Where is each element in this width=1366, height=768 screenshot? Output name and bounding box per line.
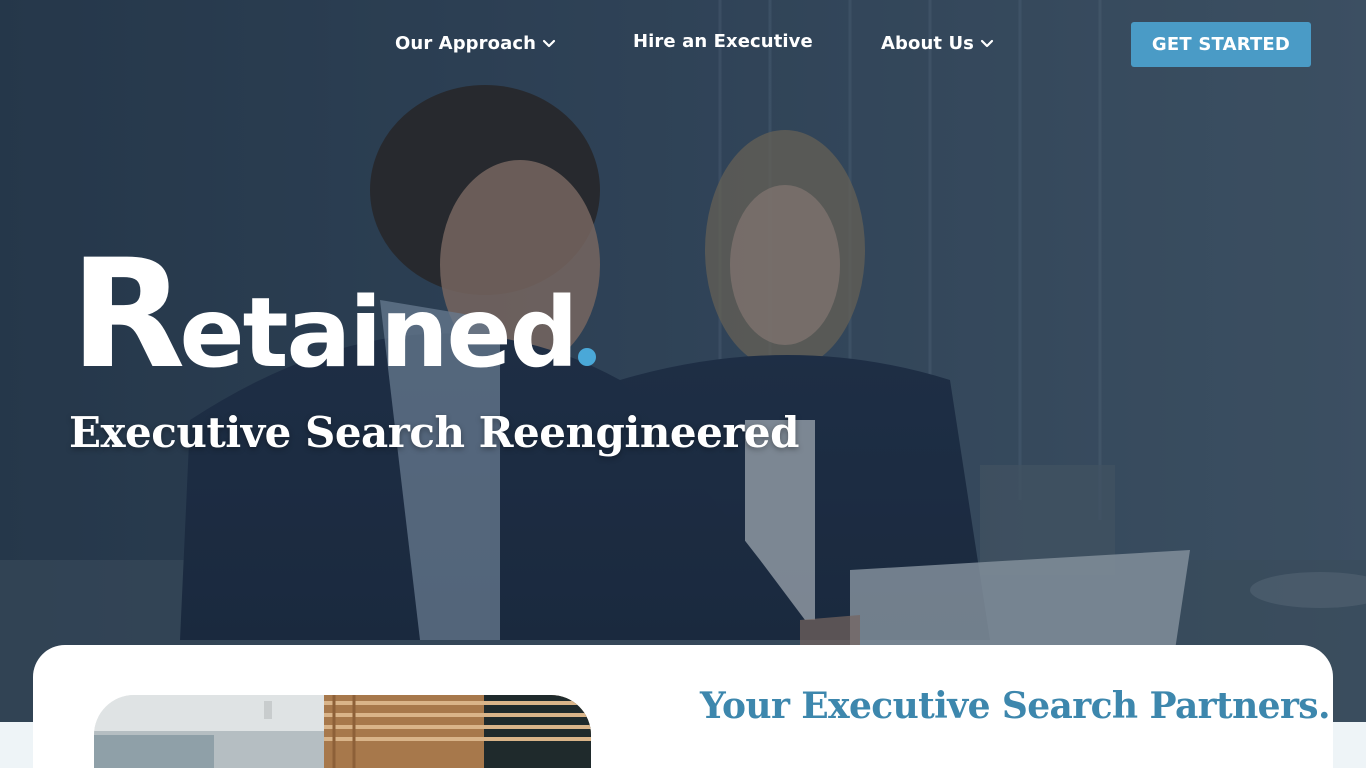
get-started-button[interactable]: GET STARTED — [1131, 22, 1311, 67]
nav-hire-an-executive[interactable]: Hire an Executive — [633, 31, 813, 52]
section-heading: Your Executive Search Partners. — [700, 685, 1331, 727]
hero-tagline: Executive Search Reengineered — [69, 408, 800, 457]
section-heading-period: . — [1317, 685, 1331, 727]
section-heading-text: Your Executive Search Partners — [700, 685, 1319, 727]
nav-our-approach[interactable]: Our Approach — [395, 33, 556, 54]
logo-initial: R — [70, 228, 185, 402]
office-photo — [94, 695, 591, 768]
chevron-down-icon — [980, 39, 994, 47]
retained-logo: Retained — [70, 240, 597, 390]
nav-about-us[interactable]: About Us — [881, 33, 994, 54]
chevron-down-icon — [542, 39, 556, 47]
office-photo-graphic — [94, 695, 591, 768]
logo-text: Retained — [70, 240, 579, 390]
nav-hire-an-executive-label: Hire an Executive — [633, 31, 813, 52]
content-card: Your Executive Search Partners. — [33, 645, 1333, 768]
nav-our-approach-label: Our Approach — [395, 33, 537, 54]
logo-rest: etained — [179, 277, 579, 389]
logo-dot — [578, 348, 597, 366]
nav-about-us-label: About Us — [881, 33, 974, 54]
